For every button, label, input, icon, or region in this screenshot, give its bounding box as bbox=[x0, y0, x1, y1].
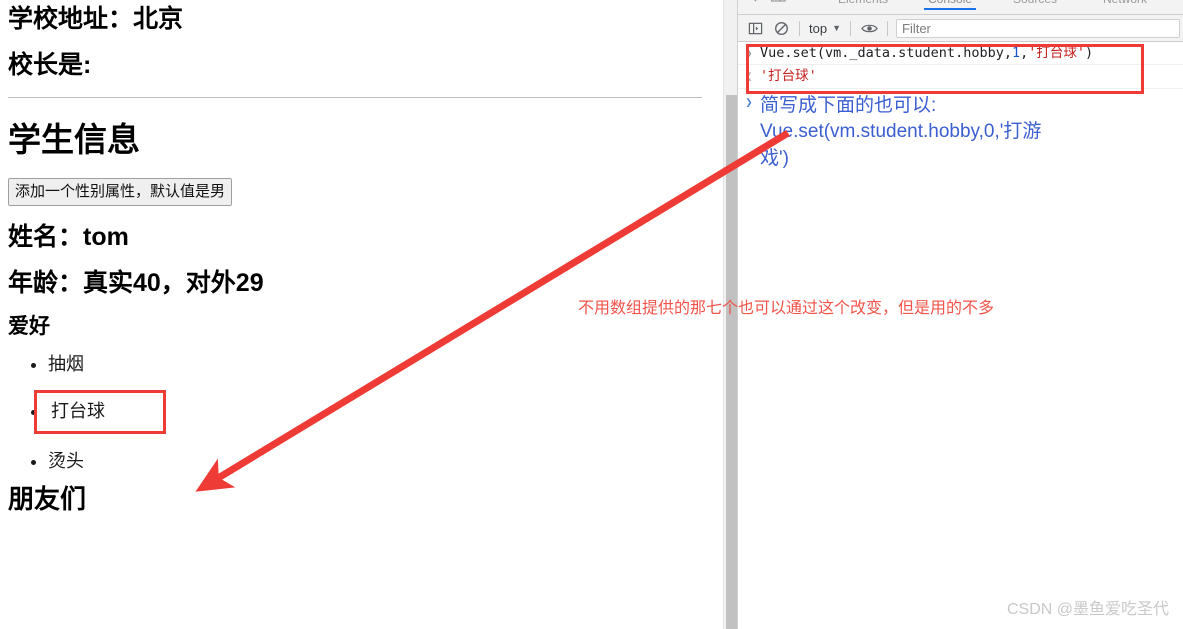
devtools-tabbar: Elements Console Sources Network bbox=[738, 0, 1183, 15]
clear-console-icon[interactable] bbox=[768, 17, 794, 39]
section-divider bbox=[8, 96, 702, 98]
rendered-page-pane: 学校地址：北京 校长是: 学生信息 添加一个性别属性，默认值是男 姓名：tom … bbox=[0, 0, 723, 629]
console-note-row: ❯ 简写成下面的也可以: Vue.set(vm.student.hobby,0,… bbox=[738, 89, 1183, 175]
highlighted-hobby-box: 打台球 bbox=[34, 390, 166, 434]
student-info-heading: 学生信息 bbox=[8, 120, 140, 158]
console-toolbar: top ▼ bbox=[738, 15, 1183, 42]
tab-network[interactable]: Network bbox=[1103, 0, 1147, 6]
tab-sources[interactable]: Sources bbox=[1013, 0, 1057, 6]
console-input-row[interactable]: ❯ Vue.set(vm._data.student.hobby,1,'打台球'… bbox=[738, 42, 1183, 66]
console-input-chevron-icon: ❯ bbox=[745, 46, 753, 60]
tab-console[interactable]: Console bbox=[923, 0, 977, 10]
hobby-label: 打台球 bbox=[51, 401, 105, 422]
hobby-heading: 爱好 bbox=[8, 314, 50, 338]
student-age-line: 年龄：真实40，对外29 bbox=[8, 269, 264, 298]
list-item: 烫头 bbox=[48, 450, 702, 473]
code-string: '打台球' bbox=[1028, 45, 1086, 61]
school-address-heading: 学校地址：北京 bbox=[8, 5, 184, 33]
chevron-down-icon: ▼ bbox=[832, 23, 841, 33]
page-vertical-scrollbar[interactable] bbox=[723, 0, 738, 629]
execution-context-label: top bbox=[809, 20, 828, 36]
console-prompt-chevron-icon: ❯ bbox=[745, 94, 753, 109]
page-content: 学校地址：北京 校长是: 学生信息 添加一个性别属性，默认值是男 姓名：tom … bbox=[0, 0, 710, 515]
console-input-code: Vue.set(vm._data.student.hobby,1,'打台球') bbox=[760, 43, 1093, 63]
inspect-element-icon[interactable] bbox=[746, 0, 759, 7]
toolbar-divider bbox=[850, 20, 851, 36]
live-expression-eye-icon[interactable] bbox=[856, 17, 882, 39]
principal-heading: 校长是: bbox=[8, 50, 92, 79]
code-prefix: Vue.set(vm._data.student.hobby, bbox=[760, 45, 1012, 61]
devtools-panel: Elements Console Sources Network top ▼ bbox=[737, 0, 1183, 629]
console-annotation-text: 简写成下面的也可以: Vue.set(vm.student.hobby,0,'打… bbox=[760, 94, 1042, 170]
hobby-label: 抽烟 bbox=[48, 354, 84, 375]
tab-elements[interactable]: Elements bbox=[838, 0, 888, 6]
code-suffix: ) bbox=[1085, 45, 1094, 61]
student-name-line: 姓名：tom bbox=[8, 223, 129, 252]
toolbar-divider bbox=[887, 20, 888, 36]
friends-heading: 朋友们 bbox=[8, 484, 87, 515]
hobby-label: 烫头 bbox=[48, 450, 84, 471]
console-filter-input[interactable] bbox=[896, 18, 1180, 38]
console-output-value: '打台球' bbox=[760, 68, 817, 85]
code-number: 1 bbox=[1011, 45, 1021, 61]
execution-context-selector[interactable]: top ▼ bbox=[805, 21, 845, 36]
console-output-row: ❮ '打台球' bbox=[738, 65, 1183, 89]
list-item: 打台球 bbox=[34, 390, 702, 434]
console-message-list: ❯ Vue.set(vm._data.student.hobby,1,'打台球'… bbox=[738, 42, 1183, 628]
add-gender-attribute-button[interactable]: 添加一个性别属性，默认值是男 bbox=[8, 178, 233, 207]
list-item: 抽烟 bbox=[48, 353, 702, 376]
console-output-chevron-icon: ❮ bbox=[745, 69, 753, 84]
hobby-list: 抽烟 打台球 烫头 bbox=[8, 353, 702, 473]
console-sidebar-icon[interactable] bbox=[742, 17, 768, 39]
device-toolbar-icon[interactable] bbox=[771, 0, 786, 7]
toolbar-divider bbox=[799, 20, 800, 36]
